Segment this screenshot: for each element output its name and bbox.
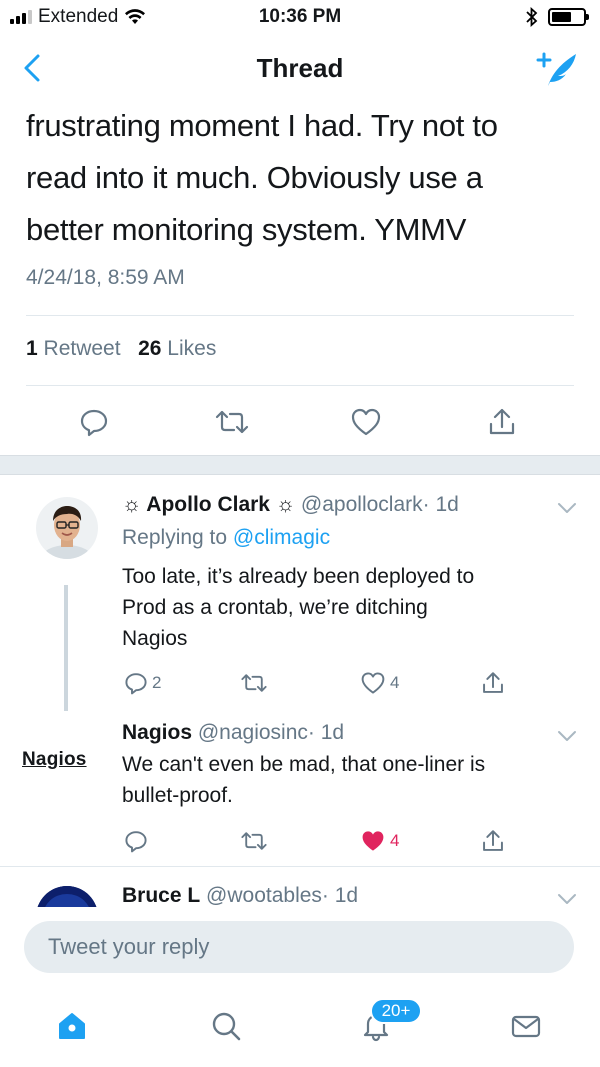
retweet-button[interactable] (212, 400, 252, 444)
main-tweet-line: frustrating moment I had. Try not to (26, 108, 498, 143)
reply-text-line: Too late, it’s already been deployed to (122, 565, 475, 588)
section-separator (0, 455, 600, 475)
messages-icon (511, 1015, 541, 1038)
share-button[interactable] (482, 400, 522, 444)
main-tweet-line: read into it much. Obviously use a (26, 160, 483, 195)
share-icon (483, 830, 503, 851)
retweet-icon (215, 410, 249, 434)
retweet-icon (241, 674, 267, 692)
reply-icon (80, 409, 108, 437)
home-icon (59, 1013, 85, 1039)
chevron-down-icon[interactable] (556, 729, 578, 743)
retweet-icon (241, 832, 267, 850)
avatar[interactable] (36, 497, 98, 559)
main-tweet-actions (0, 400, 600, 450)
heart-icon (361, 672, 385, 694)
author-name[interactable]: ☼ Apollo Clark ☼ (122, 493, 295, 516)
share-button[interactable] (480, 665, 506, 701)
reply-text-line: bullet-proof. (122, 784, 233, 807)
bluetooth-icon (526, 7, 538, 27)
tweet-age: · 1d (307, 721, 345, 744)
status-bar: Extended 10:36 PM (0, 0, 600, 36)
reply-icon (125, 673, 147, 695)
logo-text: Nagios (22, 749, 87, 770)
retweet-button[interactable] (240, 823, 272, 859)
reply-actions: 2 4 (0, 665, 600, 701)
author-name[interactable]: Bruce L (122, 884, 200, 907)
retweet-label[interactable]: Retweet (44, 337, 121, 360)
chevron-down-icon[interactable] (556, 892, 578, 906)
search-icon (212, 1012, 241, 1041)
battery-icon (548, 8, 589, 26)
replying-to: Replying to @climagic (122, 526, 330, 550)
reply-text-line: Prod as a crontab, we’re ditching (122, 596, 428, 619)
reply-composer-bar: Tweet your reply (0, 907, 600, 977)
author-name[interactable]: Nagios (122, 721, 192, 744)
compose-tweet-icon[interactable] (534, 46, 580, 90)
reply-button[interactable] (74, 400, 114, 444)
reply-count: 2 (152, 673, 162, 692)
reply-text: Too late, it’s already been deployed to … (122, 561, 577, 654)
status-right (526, 7, 589, 27)
divider (26, 385, 574, 386)
like-button[interactable] (346, 400, 386, 444)
reply-button[interactable] (124, 823, 152, 859)
tab-messages[interactable] (506, 1006, 546, 1046)
like-label[interactable]: Likes (167, 337, 216, 360)
reply-icon (125, 831, 147, 853)
status-time: 10:36 PM (258, 6, 342, 27)
retweet-count[interactable]: 1 (26, 337, 38, 360)
share-button[interactable] (480, 823, 506, 859)
tweet-age: · 1d (321, 884, 359, 907)
reply-text-line: We can't even be mad, that one-liner is (122, 753, 486, 776)
tab-home[interactable] (52, 1006, 92, 1046)
divider (26, 315, 574, 316)
tweet-timestamp: 4/24/18, 8:59 AM (26, 266, 185, 289)
main-tweet-line: better monitoring system. YMMV (26, 212, 467, 247)
notifications-badge: 20+ (370, 998, 422, 1024)
author-handle[interactable]: @nagiosinc (198, 721, 308, 744)
reply-text: We can't even be mad, that one-liner is … (122, 749, 577, 811)
retweet-button[interactable] (240, 665, 272, 701)
share-icon (483, 672, 503, 693)
like-count: 4 (390, 831, 400, 850)
heart-icon (351, 408, 381, 436)
reply-header: Nagios @nagiosinc· 1d (122, 721, 344, 745)
tab-search[interactable] (206, 1006, 246, 1046)
reply-tweet[interactable]: Bruce L @wootables· 1d (0, 866, 600, 907)
like-count: 4 (390, 673, 400, 692)
nagios-logo[interactable]: Nagios (22, 749, 87, 771)
tweet-stats: 1 Retweet 26 Likes (26, 337, 216, 361)
tweet-age: · 1d (422, 493, 459, 516)
replying-to-prefix: Replying to (122, 526, 228, 549)
nav-bar: Thread (0, 36, 600, 100)
share-icon (489, 408, 515, 435)
reply-text-line: Nagios (122, 627, 188, 650)
like-button[interactable]: 4 (360, 665, 399, 701)
page-title: Thread (256, 53, 344, 83)
avatar[interactable] (36, 886, 98, 907)
reply-input[interactable]: Tweet your reply (24, 921, 574, 973)
replying-to-link[interactable]: @climagic (233, 526, 330, 549)
author-handle[interactable]: @apolloclark (301, 493, 423, 516)
reply-button[interactable]: 2 (124, 665, 161, 701)
like-count[interactable]: 26 (138, 337, 161, 360)
heart-filled-icon (362, 831, 384, 851)
chevron-down-icon[interactable] (556, 501, 578, 515)
tab-bar (0, 980, 600, 1067)
main-tweet-text: frustrating moment I had. Try not to rea… (26, 100, 586, 256)
reply-actions: 4 (0, 823, 600, 859)
like-button[interactable]: 4 (360, 823, 399, 859)
author-handle[interactable]: @wootables (206, 884, 322, 907)
reply-header: ☼ Apollo Clark ☼ @apolloclark· 1d (122, 493, 459, 517)
reply-header: Bruce L @wootables· 1d (122, 884, 358, 907)
